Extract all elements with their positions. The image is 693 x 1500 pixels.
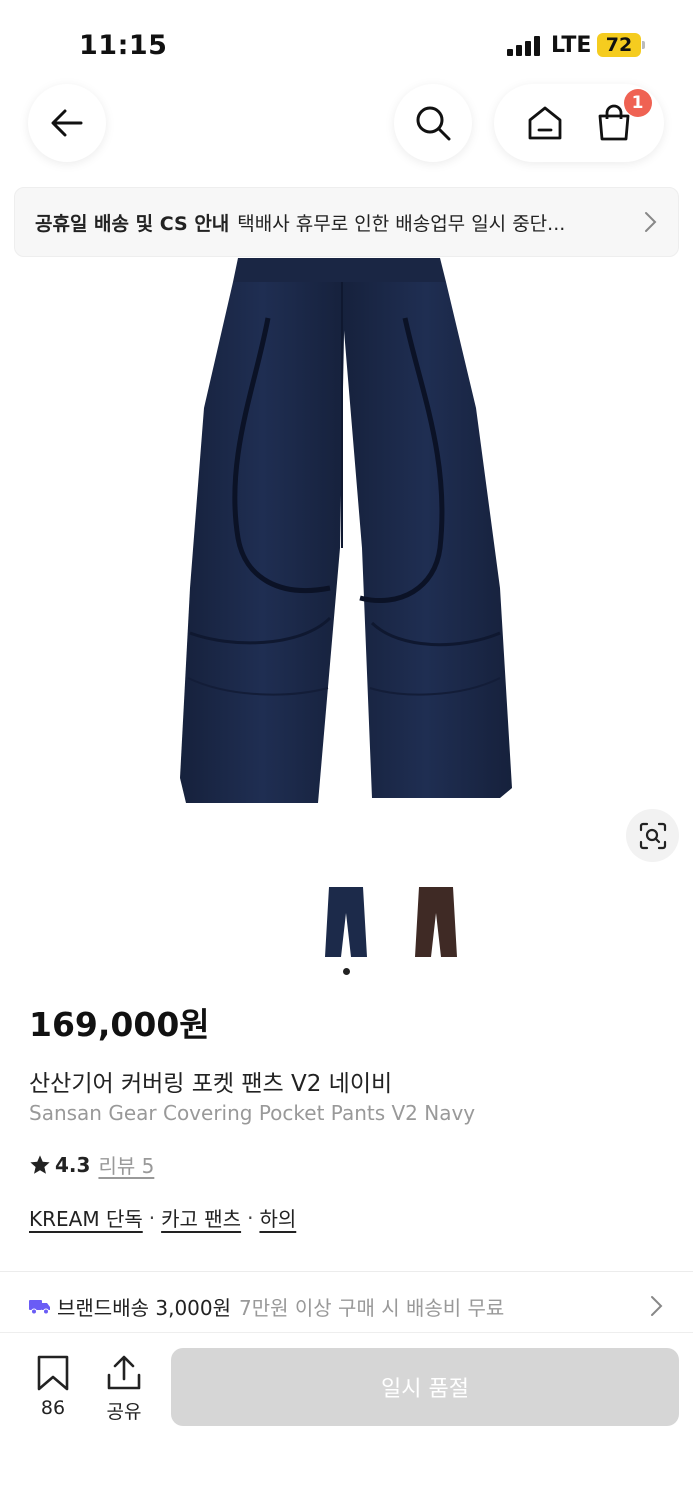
sold-out-button[interactable]: 일시 품절 <box>171 1348 679 1426</box>
search-button[interactable] <box>394 84 472 162</box>
notice-text: 택배사 휴무로 인한 배송업무 일시 중단... <box>237 212 566 235</box>
bookmark-button[interactable]: 86 <box>23 1355 83 1419</box>
rating-row: 4.3 리뷰 5 <box>29 1150 154 1179</box>
share-label: 공유 <box>106 1401 142 1423</box>
thumbnail-brown[interactable] <box>411 885 461 961</box>
tag-bottoms[interactable]: 하의 <box>259 1203 296 1232</box>
bookmark-icon <box>37 1355 69 1391</box>
home-button[interactable] <box>525 103 565 143</box>
product-name-en: Sansan Gear Covering Pocket Pants V2 Nav… <box>29 1101 476 1125</box>
signal-icon <box>507 36 543 56</box>
share-button[interactable]: 공유 <box>94 1355 154 1424</box>
product-tags: KREAM 단독 · 카고 팬츠 · 하의 <box>29 1203 296 1232</box>
tag-exclusive[interactable]: KREAM 단독 <box>29 1203 143 1232</box>
notice-title: 공휴일 배송 및 CS 안내 <box>35 212 230 235</box>
navy-pants-image <box>180 258 512 803</box>
search-icon <box>416 106 451 141</box>
product-name-ko: 산산기어 커버링 포켓 팬츠 V2 네이비 <box>29 1071 393 1097</box>
share-icon <box>107 1355 141 1390</box>
tag-cargo-pants[interactable]: 카고 팬츠 <box>161 1203 241 1232</box>
rating-score: 4.3 <box>55 1152 91 1177</box>
thumbnail-strip <box>0 885 693 965</box>
cart-count-badge: 1 <box>623 89 652 117</box>
status-time: 11:15 <box>79 30 168 61</box>
image-search-button[interactable] <box>626 809 679 862</box>
arrow-left-icon <box>51 109 83 137</box>
truck-icon <box>29 1300 50 1315</box>
battery-nub <box>642 41 645 49</box>
home-icon <box>528 106 561 140</box>
back-button[interactable] <box>28 84 106 162</box>
tag-separator: · <box>247 1205 254 1230</box>
review-link[interactable]: 리뷰 5 <box>98 1150 154 1179</box>
shipping-note: 7만원 이상 구매 시 배송비 무료 <box>239 1295 505 1320</box>
bookmark-count: 86 <box>40 1397 66 1419</box>
network-label: LTE <box>551 33 592 58</box>
nav-actions: 1 <box>494 84 664 162</box>
chevron-right-icon <box>645 212 657 232</box>
star-icon <box>30 1154 50 1174</box>
thumbnail-navy[interactable] <box>321 885 371 961</box>
cart-button[interactable]: 1 <box>594 89 652 143</box>
image-search-icon <box>639 822 666 849</box>
shipping-info-row[interactable]: 브랜드배송 3,000원 7만원 이상 구매 시 배송비 무료 <box>0 1272 693 1340</box>
carousel-indicator <box>343 968 350 975</box>
status-bar: 11:15 LTE 72 <box>0 0 693 80</box>
product-price: 169,000원 <box>29 1005 210 1044</box>
tag-separator: · <box>148 1205 156 1230</box>
bottom-action-bar: 86 공유 일시 품절 <box>0 1332 693 1500</box>
chevron-right-icon <box>651 1296 663 1316</box>
notice-banner[interactable]: 공휴일 배송 및 CS 안내 택배사 휴무로 인한 배송업무 일시 중단... <box>14 187 679 257</box>
battery-icon: 72 <box>597 33 641 57</box>
shipping-title: 브랜드배송 3,000원 <box>57 1295 232 1320</box>
